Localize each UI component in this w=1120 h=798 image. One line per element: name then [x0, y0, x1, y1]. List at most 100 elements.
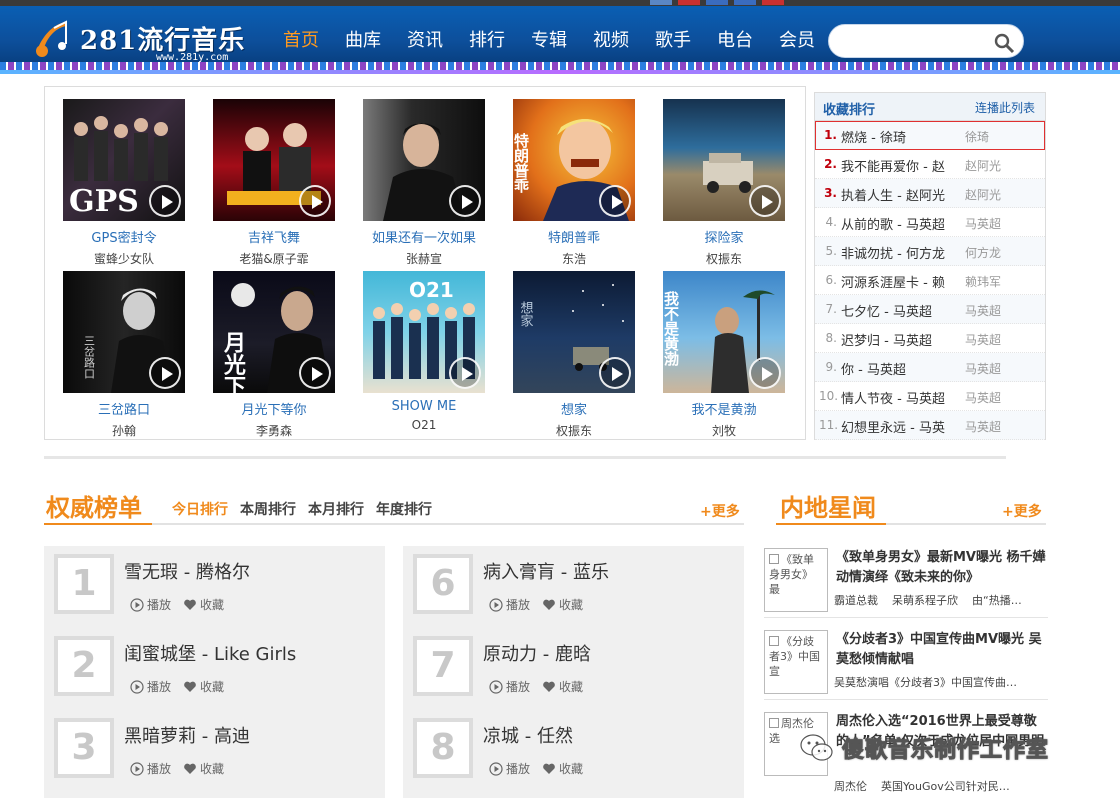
list-item[interactable]: 4. 从前的歌 - 马英超 马英超	[815, 208, 1045, 237]
play-button[interactable]: 播放	[130, 596, 171, 613]
favorite-button[interactable]: 收藏	[183, 760, 224, 777]
play-icon[interactable]	[749, 185, 781, 217]
play-icon[interactable]	[149, 185, 181, 217]
song-name[interactable]: 情人节夜 - 马英超	[841, 388, 959, 407]
tab-year[interactable]: 年度排行	[376, 499, 432, 519]
album-title[interactable]: 三岔路口	[63, 399, 185, 418]
album-cover[interactable]	[213, 99, 335, 221]
artist-name[interactable]: 马英超	[965, 215, 1001, 232]
tab-today[interactable]: 今日排行	[172, 499, 228, 519]
top-flag-icon[interactable]	[706, 0, 728, 5]
album-cover[interactable]: O21	[363, 271, 485, 393]
chart-song[interactable]: 雪无瑕 - 腾格尔	[124, 558, 250, 584]
album-singer[interactable]: 刘牧	[663, 422, 785, 439]
news-headline[interactable]: 《致单身男女》最新MV曝光 杨千嬅动情演绎《致未来的你》	[836, 548, 1048, 588]
favorite-button[interactable]: 收藏	[183, 596, 224, 613]
artist-name[interactable]: 赵阿光	[965, 186, 1001, 203]
chart-song[interactable]: 黑暗萝莉 - 高迪	[124, 722, 250, 748]
charts-more-link[interactable]: +更多	[700, 501, 740, 521]
song-name[interactable]: 你 - 马英超	[841, 359, 959, 378]
album-title[interactable]: 想家	[513, 399, 635, 418]
play-button[interactable]: 播放	[489, 678, 530, 695]
artist-name[interactable]: 马英超	[965, 331, 1001, 348]
news-tag[interactable]: 呆萌系程子欣	[892, 594, 958, 607]
play-icon[interactable]	[299, 185, 331, 217]
top-flag-icon[interactable]	[734, 0, 756, 5]
site-logo[interactable]: 281流行音乐 www.281y.com	[26, 14, 256, 66]
album-singer[interactable]: O21	[363, 418, 485, 432]
chart-song[interactable]: 病入膏肓 - 蓝乐	[483, 558, 609, 584]
album-title[interactable]: GPS密封令	[63, 227, 185, 246]
favorite-button[interactable]: 收藏	[542, 596, 583, 613]
song-name[interactable]: 执着人生 - 赵阿光	[841, 185, 959, 204]
news-more-link[interactable]: +更多	[1002, 501, 1042, 521]
nav-singers[interactable]: 歌手	[642, 26, 704, 52]
chart-song[interactable]: 闺蜜城堡 - Like Girls	[124, 640, 296, 666]
favorite-button[interactable]: 收藏	[183, 678, 224, 695]
nav-library[interactable]: 曲库	[332, 26, 394, 52]
artist-name[interactable]: 赵阿光	[965, 157, 1001, 174]
list-item[interactable]: 9. 你 - 马英超 马英超	[815, 353, 1045, 382]
news-tag[interactable]: 霸道总裁	[834, 594, 878, 607]
album-cover[interactable]: 三岔路口	[63, 271, 185, 393]
top-flag-icon[interactable]	[678, 0, 700, 5]
list-item[interactable]: 7. 七夕忆 - 马英超 马英超	[815, 295, 1045, 324]
news-tag[interactable]: 周杰伦	[834, 780, 867, 793]
tab-month[interactable]: 本月排行	[308, 499, 364, 519]
album-title[interactable]: SHOW ME	[363, 399, 485, 414]
list-item[interactable]: 10. 情人节夜 - 马英超 马英超	[815, 382, 1045, 411]
album-title[interactable]: 探险家	[663, 227, 785, 246]
album-singer[interactable]: 李勇森	[213, 422, 335, 439]
artist-name[interactable]: 马英超	[965, 389, 1001, 406]
nav-radio[interactable]: 电台	[704, 26, 766, 52]
song-name[interactable]: 迟梦归 - 马英超	[841, 330, 959, 349]
album-singer[interactable]: 孙翰	[63, 422, 185, 439]
play-icon[interactable]	[449, 185, 481, 217]
nav-albums[interactable]: 专辑	[518, 26, 580, 52]
play-button[interactable]: 播放	[130, 678, 171, 695]
favorite-button[interactable]: 收藏	[542, 678, 583, 695]
search-icon[interactable]	[993, 32, 1015, 54]
artist-name[interactable]: 马英超	[965, 418, 1001, 435]
album-cover[interactable]	[363, 99, 485, 221]
play-icon[interactable]	[299, 357, 331, 389]
play-button[interactable]: 播放	[130, 760, 171, 777]
search-input[interactable]	[841, 32, 991, 52]
album-cover[interactable]: 月光下	[213, 271, 335, 393]
play-icon[interactable]	[599, 357, 631, 389]
play-icon[interactable]	[749, 357, 781, 389]
list-item[interactable]: 5. 非诚勿扰 - 何方龙 何方龙	[815, 237, 1045, 266]
artist-name[interactable]: 马英超	[965, 302, 1001, 319]
nav-home[interactable]: 首页	[270, 26, 332, 52]
nav-ranking[interactable]: 排行	[456, 26, 518, 52]
artist-name[interactable]: 何方龙	[965, 244, 1001, 261]
song-name[interactable]: 我不能再爱你 - 赵	[841, 156, 959, 175]
list-item[interactable]: 2. 我不能再爱你 - 赵赵阿光	[815, 150, 1045, 179]
play-all-link[interactable]: 连播此列表	[975, 99, 1035, 116]
chart-song[interactable]: 原动力 - 鹿晗	[483, 640, 591, 666]
list-item[interactable]: 3. 执着人生 - 赵阿光 赵阿光	[815, 179, 1045, 208]
list-item[interactable]: 6. 河源系涯屋卡 - 赖赖玮军	[815, 266, 1045, 295]
top-flag-icon[interactable]	[650, 0, 672, 5]
album-singer[interactable]: 老猫&原子霏	[213, 250, 335, 267]
list-item[interactable]: 1. 燃烧 - 徐琦 徐琦	[815, 121, 1045, 150]
song-name[interactable]: 七夕忆 - 马英超	[841, 301, 959, 320]
song-name[interactable]: 河源系涯屋卡 - 赖	[841, 272, 959, 291]
album-singer[interactable]: 张赫宣	[363, 250, 485, 267]
album-singer[interactable]: 东浩	[513, 250, 635, 267]
album-cover[interactable]: 特朗普乖	[513, 99, 635, 221]
news-headline[interactable]: 《分歧者3》中国宣传曲MV曝光 吴莫愁倾情献唱	[836, 630, 1048, 670]
nav-member[interactable]: 会员	[766, 26, 828, 52]
album-cover[interactable]	[663, 99, 785, 221]
play-button[interactable]: 播放	[489, 596, 530, 613]
top-flag-icon[interactable]	[762, 0, 784, 5]
favorite-button[interactable]: 收藏	[542, 760, 583, 777]
news-thumbnail[interactable]: 《致单身男女》最	[764, 548, 828, 612]
song-name[interactable]: 燃烧 - 徐琦	[841, 127, 959, 146]
song-name[interactable]: 从前的歌 - 马英超	[841, 214, 959, 233]
artist-name[interactable]: 马英超	[965, 360, 1001, 377]
song-name[interactable]: 幻想里永远 - 马英	[841, 417, 959, 436]
play-icon[interactable]	[599, 185, 631, 217]
nav-video[interactable]: 视频	[580, 26, 642, 52]
album-singer[interactable]: 蜜蜂少女队	[63, 250, 185, 267]
